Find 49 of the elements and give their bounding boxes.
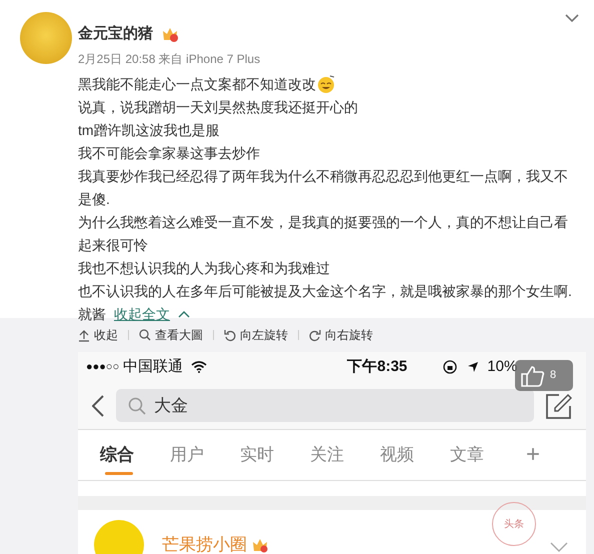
smiley-emoji-icon [316, 74, 336, 94]
search-tab[interactable]: 关注 [310, 430, 380, 480]
crown-badge-icon [161, 26, 179, 42]
rotation-lock-icon [443, 360, 458, 374]
post-meta: 2月25日 20:58 来自 iPhone 7 Plus [78, 50, 262, 68]
back-chevron-icon[interactable] [92, 394, 104, 416]
author-name[interactable]: 芒果捞小圈 [162, 532, 247, 554]
author-name[interactable]: 金元宝的猪 [78, 23, 153, 46]
post-text: 也不认识我的人在多年后可能被提及大金这个名字，就是哦被家暴的那个女生啊. [78, 282, 573, 300]
headline-stamp: 头条 [492, 502, 536, 546]
toolbar-link[interactable]: 向左旋转 [224, 326, 288, 344]
collapse-link[interactable]: 收起全文 [114, 302, 170, 326]
toolbar-link[interactable]: 查看大圖 [139, 326, 203, 344]
post-text: tm蹭许凯这波我也是服 [78, 120, 221, 140]
toolbar-link[interactable]: 向右旋转 [309, 326, 373, 344]
add-tab-button[interactable]: + [526, 437, 540, 473]
status-time: 下午8:35 [347, 356, 408, 377]
location-arrow-icon [467, 361, 480, 373]
search-icon [139, 328, 151, 342]
post-text: 我真要炒作我已经忍得了两年我为什么不稍微再忍忍忍到他更红一点啊，我又不是傻. [78, 166, 569, 208]
post-text: 说真，说我蹭胡一天刘昊然热度我还挺开心的 [78, 98, 359, 116]
crown-badge-icon [251, 537, 269, 553]
search-tab[interactable]: 视频 [380, 430, 450, 480]
search-tab[interactable]: 综合 [100, 430, 170, 480]
like-count: 8 [550, 368, 556, 384]
caret-up-icon[interactable] [178, 310, 190, 318]
avatar-circle [20, 12, 72, 64]
post-text: 就酱 [78, 304, 106, 324]
signal-dots: ●●●○○ [86, 360, 120, 375]
wifi-icon [191, 361, 208, 373]
toolbar-link[interactable]: 收起 [78, 326, 118, 344]
like-badge[interactable]: 8 [515, 360, 573, 391]
post-text: 黑我能不能走心一点文案都不知道改改 [78, 74, 316, 94]
search-tab[interactable]: 文章 [450, 430, 520, 480]
post-text: 为什么我憋着这么难受一直不发，是我真的挺要强的一个人，真的不想让自己看起来很可怜 [78, 212, 569, 254]
rotate-left-icon [224, 328, 236, 342]
post-text: 我不可能会拿家暴这事去炒作 [78, 144, 261, 162]
battery-percent: 10% [487, 356, 518, 377]
upload-arrow-icon [78, 328, 90, 342]
search-field[interactable]: 大金 [116, 389, 534, 422]
search-tab[interactable]: 实时 [240, 430, 310, 480]
search-tab[interactable]: 用户 [170, 430, 240, 480]
edit-icon[interactable] [546, 392, 572, 418]
post-text: 我也不想认识我的人为我心疼和为我难过 [78, 258, 331, 278]
thumbs-up-icon [521, 364, 545, 386]
search-icon [128, 396, 146, 414]
rotate-right-icon [309, 328, 321, 342]
carrier-name: 中国联通 [123, 356, 184, 377]
chevron-down-icon[interactable] [565, 14, 579, 22]
